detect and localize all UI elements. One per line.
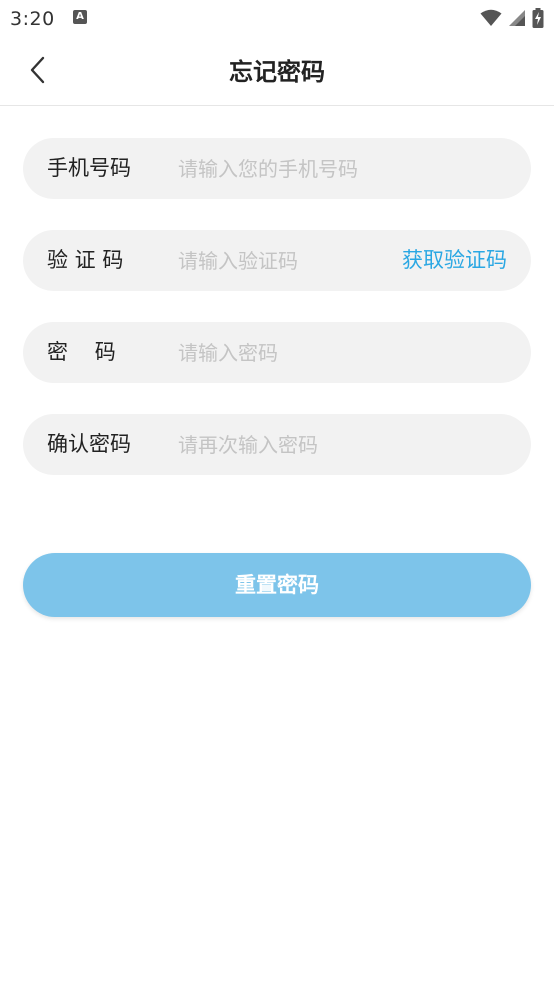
page-title: 忘记密码 — [229, 58, 325, 86]
get-code-button[interactable]: 获取验证码 — [402, 230, 507, 291]
reset-password-button[interactable]: 重置密码 — [23, 553, 531, 617]
verification-code-input[interactable] — [178, 240, 388, 281]
confirm-password-input[interactable] — [178, 424, 508, 465]
password-input[interactable] — [178, 332, 508, 373]
phone-input[interactable] — [178, 148, 508, 189]
verification-code-label: 验 证 码 — [47, 248, 124, 272]
confirm-password-field: 确认密码 — [23, 414, 531, 475]
status-bar: 3:20 A — [0, 0, 554, 38]
verification-code-field: 验 证 码 获取验证码 — [23, 230, 531, 291]
battery-charging-icon — [532, 8, 544, 28]
phone-field: 手机号码 — [23, 138, 531, 199]
status-icons — [480, 7, 544, 29]
app-bar: 忘记密码 — [0, 38, 554, 106]
phone-label: 手机号码 — [47, 156, 131, 180]
a-letter-icon: A — [73, 10, 87, 24]
confirm-password-label: 确认密码 — [47, 432, 131, 456]
wifi-icon — [480, 9, 502, 26]
signal-icon — [509, 10, 525, 26]
reset-password-form: 手机号码 验 证 码 获取验证码 密 码 确认密码 — [23, 138, 531, 506]
password-label: 密 码 — [47, 340, 116, 364]
password-field: 密 码 — [23, 322, 531, 383]
status-time: 3:20 — [10, 8, 55, 30]
